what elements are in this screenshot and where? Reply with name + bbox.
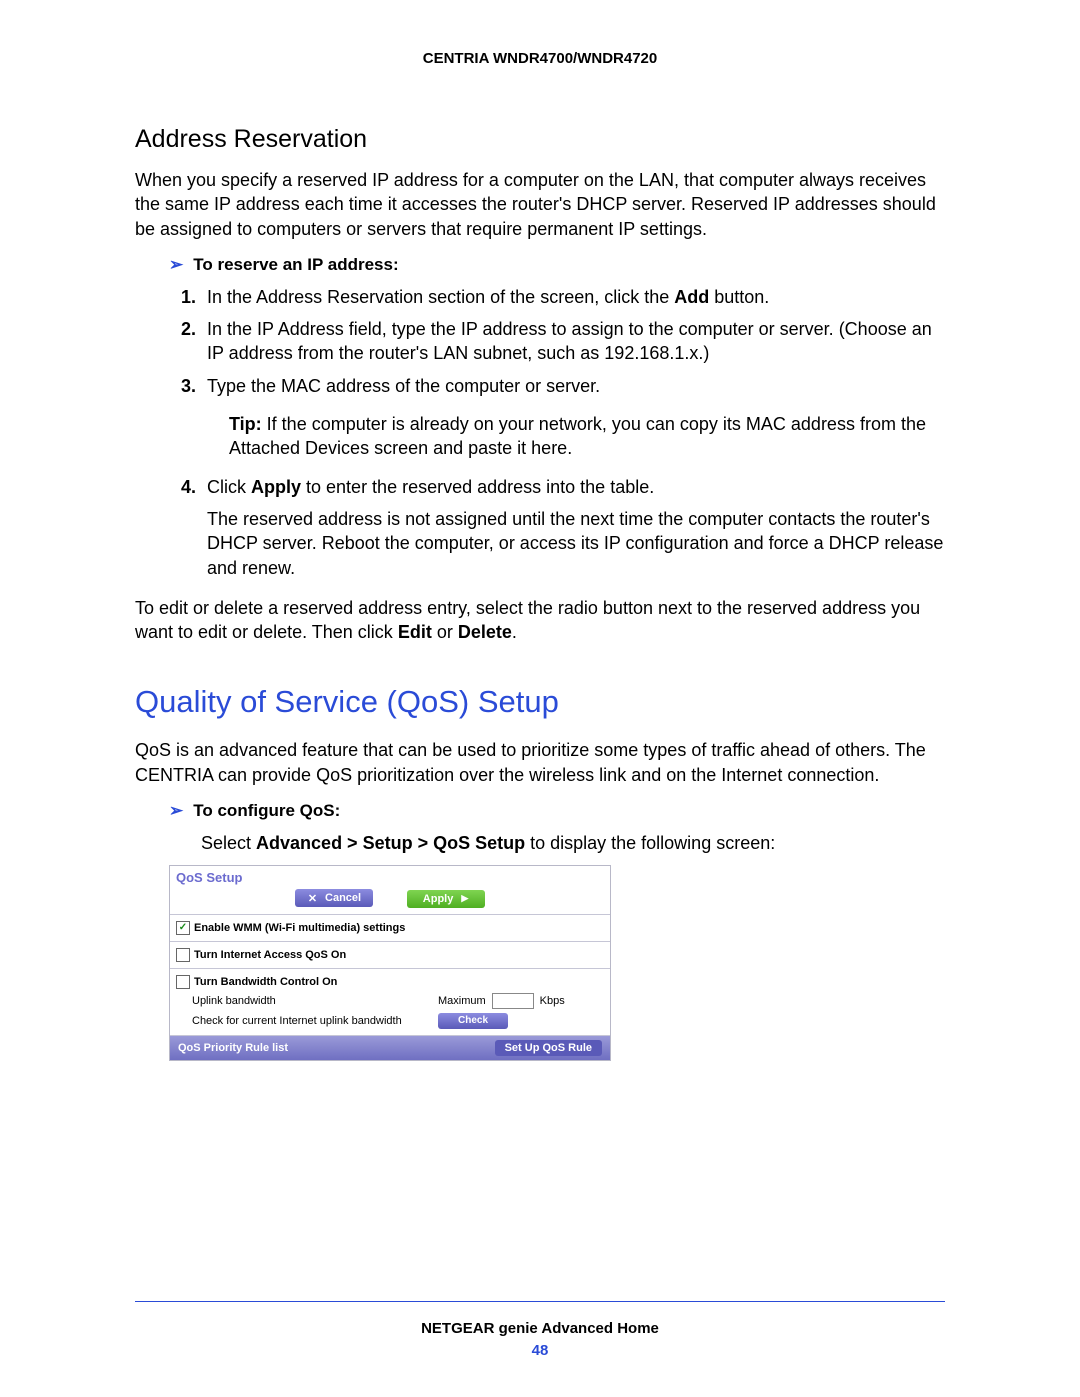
- qos-setup-panel: QoS Setup ✕ Cancel Apply ▶ ✓ Enable WMM …: [169, 865, 611, 1061]
- close-icon: ✕: [308, 892, 317, 905]
- checkbox-internet-qos[interactable]: [176, 948, 190, 962]
- step-item: In the Address Reservation section of th…: [201, 285, 945, 309]
- tip-block: Tip: If the computer is already on your …: [229, 412, 945, 461]
- procedure-title: To reserve an IP address:: [193, 255, 398, 274]
- paragraph: When you specify a reserved IP address f…: [135, 168, 945, 241]
- panel-title: QoS Setup: [170, 866, 610, 885]
- procedure-heading: ➢ To reserve an IP address:: [169, 255, 945, 275]
- paragraph: QoS is an advanced feature that can be u…: [135, 738, 945, 787]
- cancel-button[interactable]: ✕ Cancel: [295, 889, 373, 907]
- uplink-bandwidth-input[interactable]: [492, 993, 534, 1009]
- page-number: 48: [0, 1342, 1080, 1359]
- arrow-icon: ➢: [169, 801, 183, 820]
- checkbox-label: Turn Bandwidth Control On: [194, 976, 337, 988]
- button-label: Apply: [423, 893, 454, 905]
- step-item: Type the MAC address of the computer or …: [201, 374, 945, 461]
- unit-label: Kbps: [540, 995, 565, 1007]
- section-title-qos: Quality of Service (QoS) Setup: [135, 684, 945, 720]
- field-label: Check for current Internet uplink bandwi…: [192, 1015, 432, 1027]
- play-icon: ▶: [461, 893, 468, 904]
- tip-text: If the computer is already on your netwo…: [229, 414, 926, 458]
- panel-footer: QoS Priority Rule list Set Up QoS Rule: [170, 1036, 610, 1060]
- footer-text: NETGEAR genie Advanced Home: [0, 1320, 1080, 1337]
- checkbox-label: Turn Internet Access QoS On: [194, 949, 346, 961]
- check-button[interactable]: Check: [438, 1013, 508, 1029]
- apply-button[interactable]: Apply ▶: [407, 890, 485, 908]
- footer-label: QoS Priority Rule list: [178, 1042, 495, 1054]
- panel-button-row: ✕ Cancel Apply ▶: [170, 885, 610, 915]
- field-label: Maximum: [438, 995, 486, 1007]
- field-label: Uplink bandwidth: [192, 995, 432, 1007]
- checkbox-enable-wmm[interactable]: ✓: [176, 921, 190, 935]
- procedure-heading: ➢ To configure QoS:: [169, 801, 945, 821]
- doc-header: CENTRIA WNDR4700/WNDR4720: [135, 50, 945, 67]
- step-item: In the IP Address field, type the IP add…: [201, 317, 945, 366]
- procedure-title: To configure QoS:: [193, 801, 340, 820]
- checkbox-label: Enable WMM (Wi-Fi multimedia) settings: [194, 922, 405, 934]
- step-item: Click Apply to enter the reserved addres…: [201, 475, 945, 580]
- uplink-row: Uplink bandwidth Maximum Kbps: [192, 993, 604, 1009]
- footer-rule: [135, 1301, 945, 1302]
- checkbox-row: Turn Internet Access QoS On: [176, 948, 604, 962]
- section-title-address-reservation: Address Reservation: [135, 125, 945, 154]
- tip-label: Tip:: [229, 414, 262, 434]
- checkbox-row: ✓ Enable WMM (Wi-Fi multimedia) settings: [176, 921, 604, 935]
- setup-qos-rule-button[interactable]: Set Up QoS Rule: [495, 1040, 602, 1056]
- step-note: The reserved address is not assigned unt…: [207, 507, 945, 580]
- checkbox-row: Turn Bandwidth Control On: [176, 975, 604, 989]
- paragraph: Select Advanced > Setup > QoS Setup to d…: [201, 831, 945, 855]
- arrow-icon: ➢: [169, 255, 183, 274]
- button-label: Cancel: [325, 892, 361, 904]
- step-list: In the Address Reservation section of th…: [201, 285, 945, 580]
- check-row: Check for current Internet uplink bandwi…: [192, 1013, 604, 1029]
- paragraph: To edit or delete a reserved address ent…: [135, 596, 945, 645]
- checkbox-bandwidth-control[interactable]: [176, 975, 190, 989]
